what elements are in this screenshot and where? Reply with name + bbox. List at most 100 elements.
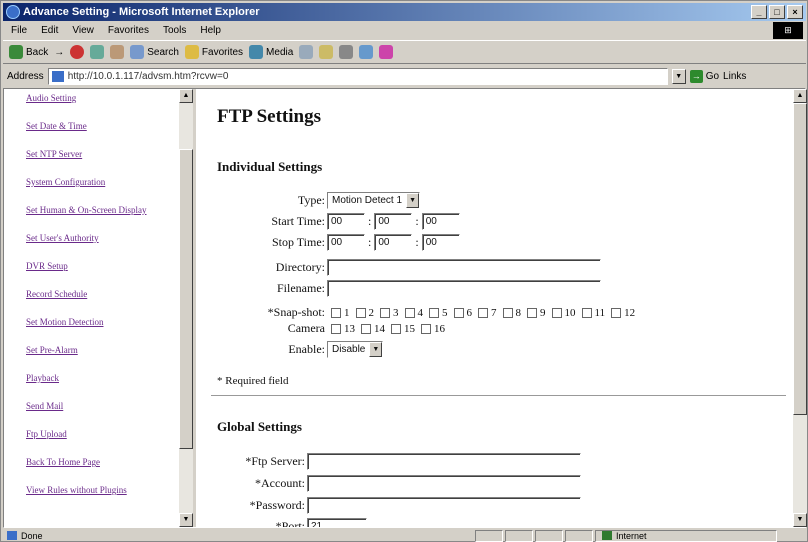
nav-item-date-time[interactable]: Set Date & Time	[26, 121, 174, 132]
section-divider	[211, 395, 786, 397]
camera-checkbox-13[interactable]	[331, 323, 341, 334]
favorites-button[interactable]: Favorites	[184, 45, 243, 59]
start-time-row: Start Time: 00 : 00 : 00	[247, 213, 460, 230]
stop-minute-input[interactable]: 00	[374, 234, 413, 251]
snapshot-checkbox-7[interactable]	[478, 307, 488, 318]
global-settings-heading: Global Settings	[217, 419, 302, 434]
close-button[interactable]: ×	[787, 5, 803, 19]
main-scrollbar[interactable]: ▲ ▼	[793, 89, 807, 527]
go-button[interactable]: → Go	[689, 69, 719, 83]
nav-item-ftp-upload[interactable]: Ftp Upload	[26, 429, 174, 440]
snapshot-checkbox-10[interactable]	[551, 307, 562, 318]
messenger-button[interactable]	[379, 45, 394, 59]
start-minute-input[interactable]: 00	[374, 213, 413, 230]
directory-input[interactable]	[327, 259, 601, 276]
nav-item-pre-alarm[interactable]: Set Pre-Alarm	[26, 345, 174, 356]
maximize-button[interactable]: □	[769, 5, 785, 19]
password-input[interactable]	[307, 497, 581, 514]
ie-logo-icon	[6, 5, 20, 19]
nav-item-back-home[interactable]: Back To Home Page	[26, 457, 174, 468]
camera-checkbox-15[interactable]	[391, 323, 401, 334]
stop-hour-input[interactable]: 00	[327, 234, 365, 251]
nav-scroll-down-button[interactable]: ▼	[179, 513, 193, 527]
stop-button[interactable]	[70, 45, 85, 59]
port-input[interactable]: 21	[307, 518, 367, 527]
nav-scrollbar[interactable]: ▲ ▼	[179, 89, 193, 527]
nav-item-user-authority[interactable]: Set User's Authority	[26, 233, 174, 244]
nav-item-send-mail[interactable]: Send Mail	[26, 401, 174, 412]
page-content: Audio Setting Set Date & Time Set NTP Se…	[3, 88, 807, 528]
nav-scroll-thumb[interactable]	[179, 149, 193, 449]
snapshot-row: *Snap-shot: 1 2 3 4 5 6 7 8 9 10 11 12	[247, 305, 635, 320]
snapshot-checkbox-4[interactable]	[404, 307, 415, 318]
media-button[interactable]: Media	[249, 45, 293, 59]
snapshot-checkbox-12[interactable]	[611, 307, 622, 318]
nav-item-motion-detection[interactable]: Set Motion Detection	[26, 317, 174, 328]
links-button[interactable]: Links	[723, 71, 746, 82]
refresh-icon	[90, 45, 105, 59]
main-scroll-up-button[interactable]: ▲	[793, 89, 807, 103]
stop-second-input[interactable]: 00	[421, 234, 460, 251]
address-label: Address	[7, 70, 44, 82]
menu-view[interactable]: View	[72, 25, 94, 36]
history-button[interactable]	[299, 45, 314, 59]
camera-checkbox-16[interactable]	[421, 323, 431, 334]
snapshot-checkbox-8[interactable]	[502, 307, 513, 318]
mail-button[interactable]	[319, 45, 334, 59]
start-second-input[interactable]: 00	[421, 213, 460, 230]
snapshot-checkbox-3[interactable]	[380, 307, 390, 318]
snapshot-checkbox-2[interactable]	[355, 307, 366, 318]
mail-icon	[319, 45, 334, 59]
ftp-server-input[interactable]	[307, 453, 581, 470]
page-done-icon	[7, 531, 17, 540]
nav-scroll-up-button[interactable]: ▲	[179, 89, 193, 103]
account-input[interactable]	[307, 475, 581, 492]
chevron-down-icon: ▼	[369, 342, 383, 357]
menu-edit[interactable]: Edit	[41, 25, 58, 36]
home-button[interactable]	[110, 45, 125, 59]
snapshot-checkbox-5[interactable]	[429, 307, 439, 318]
status-bar: Done Internet	[3, 529, 806, 542]
main-scroll-thumb[interactable]	[793, 103, 807, 415]
snapshot-checkbox-1[interactable]	[331, 307, 341, 318]
snapshot-checkbox-9[interactable]	[527, 307, 537, 318]
refresh-button[interactable]	[90, 45, 105, 59]
nav-item-view-without-plugins[interactable]: View Rules without Plugins	[26, 485, 174, 496]
type-select[interactable]: Motion Detect 1 ▼	[327, 192, 421, 209]
stop-icon	[70, 45, 85, 59]
forward-button[interactable]: →	[54, 47, 64, 58]
address-dropdown-button[interactable]: ▼	[671, 68, 686, 84]
menu-help[interactable]: Help	[200, 25, 221, 36]
snapshot-checkbox-6[interactable]	[453, 307, 464, 318]
camera-checkbox-14[interactable]	[361, 323, 371, 334]
page-icon	[51, 70, 64, 82]
enable-select[interactable]: Disable ▼	[327, 341, 384, 358]
menu-favorites[interactable]: Favorites	[108, 25, 149, 36]
minimize-button[interactable]: _	[751, 5, 767, 19]
nav-item-playback[interactable]: Playback	[26, 373, 174, 384]
enable-row: Enable: Disable ▼	[247, 341, 384, 358]
account-label: *Account:	[255, 476, 305, 490]
back-button[interactable]: Back	[9, 45, 48, 59]
browser-window: Advance Setting - Microsoft Internet Exp…	[0, 0, 808, 542]
menu-tools[interactable]: Tools	[163, 25, 186, 36]
snapshot-checkbox-11[interactable]	[581, 307, 592, 318]
main-scroll-down-button[interactable]: ▼	[793, 513, 807, 527]
address-input[interactable]: http://10.0.1.117/advsm.htm?rcvw=0	[47, 67, 668, 85]
nav-item-osd[interactable]: Set Human & On-Screen Display	[26, 205, 174, 216]
address-bar: Address http://10.0.1.117/advsm.htm?rcvw…	[3, 65, 806, 87]
nav-item-record-schedule[interactable]: Record Schedule	[26, 289, 174, 300]
nav-item-dvr-setup[interactable]: DVR Setup	[26, 261, 174, 272]
start-hour-input[interactable]: 00	[327, 213, 365, 230]
nav-item-audio-setting[interactable]: Audio Setting	[26, 93, 174, 104]
filename-input[interactable]	[327, 280, 601, 297]
password-label: *Password:	[249, 498, 305, 512]
print-button[interactable]	[339, 45, 354, 59]
toolbar: Back → Search Favorites Media	[3, 40, 806, 64]
search-button[interactable]: Search	[130, 45, 179, 59]
edit-button[interactable]	[359, 45, 374, 59]
menu-file[interactable]: File	[11, 25, 27, 36]
go-arrow-icon: →	[689, 69, 703, 83]
nav-item-system-configuration[interactable]: System Configuration	[26, 177, 174, 188]
nav-item-ntp-server[interactable]: Set NTP Server	[26, 149, 174, 160]
